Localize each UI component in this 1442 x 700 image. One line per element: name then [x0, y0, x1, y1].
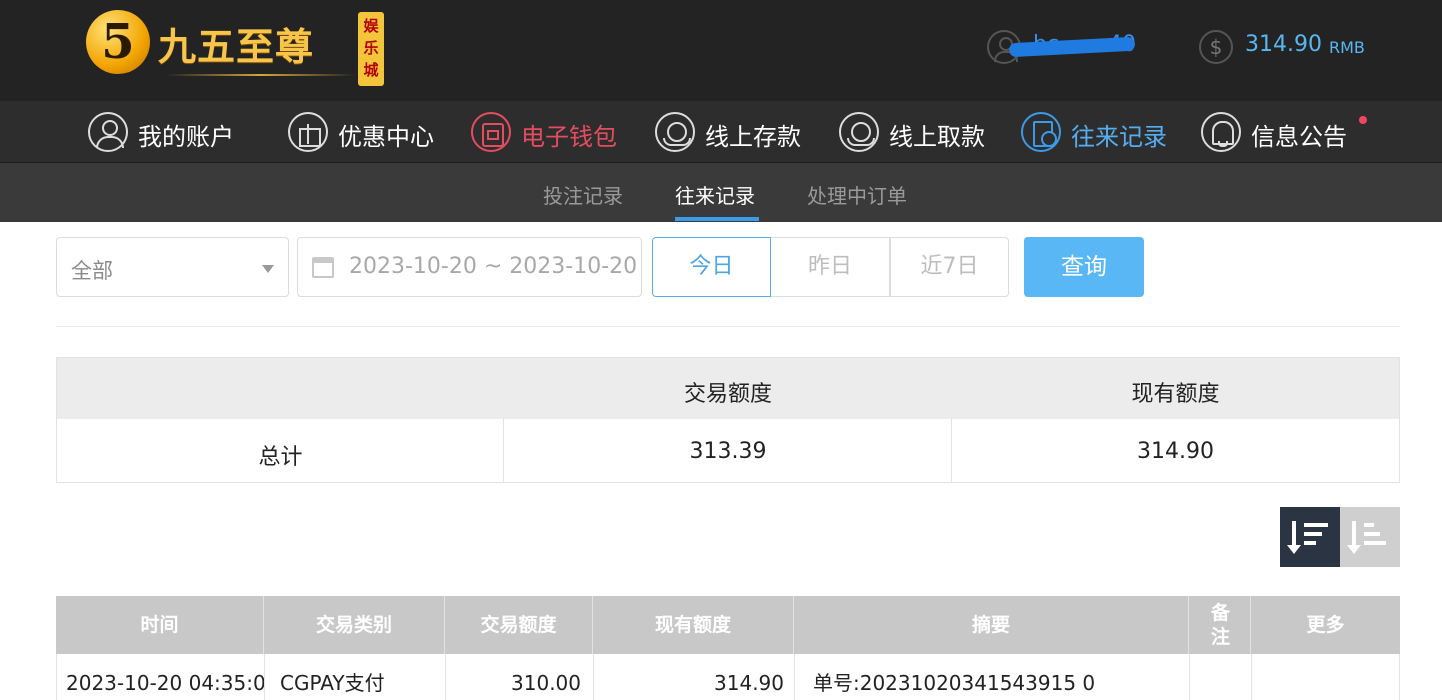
cell-type: CGPAY支付	[265, 654, 446, 700]
sub-tabs: 投注记录 往来记录 处理中订单	[0, 163, 1442, 222]
cell-balance: 314.90	[594, 654, 795, 700]
cell-more[interactable]	[1252, 654, 1400, 700]
summary-total-amount: 313.39	[689, 439, 767, 464]
cell-summary: 单号:20231020341543915 0	[795, 654, 1190, 700]
cell-time: 2023-10-20 04:35:04	[57, 654, 265, 700]
records-icon	[1021, 112, 1061, 152]
sort-ascending-button[interactable]	[1340, 507, 1400, 567]
user-icon	[88, 112, 128, 152]
calendar-icon	[312, 257, 334, 278]
tab-pending-orders[interactable]: 处理中订单	[807, 180, 907, 209]
query-button[interactable]: 查询	[1024, 237, 1144, 297]
logo-emblem: 5	[86, 10, 150, 74]
summary-table: 交易额度 现有额度 总计 313.39 314.90	[56, 357, 1400, 483]
quick-last7days-button[interactable]: 近7日	[890, 237, 1009, 297]
gift-icon	[288, 112, 328, 152]
table-row[interactable]: 2023-10-20 04:35:04 CGPAY支付 310.00 314.9…	[56, 654, 1400, 700]
balance-amount: 314.90	[1245, 32, 1322, 57]
transaction-type-select[interactable]: 全部	[56, 237, 289, 297]
col-balance[interactable]: 现有额度	[593, 596, 794, 654]
quick-yesterday-button[interactable]: 昨日	[771, 237, 890, 297]
sort-bar	[1364, 523, 1374, 527]
sort-asc-icon	[1347, 521, 1361, 554]
date-range-picker[interactable]: 2023-10-20 ~ 2023-10-20	[297, 237, 642, 297]
main-nav: 我的账户 优惠中心 电子钱包 线上存款 线上取款 往来记录 信息公告	[0, 101, 1442, 163]
records-table-header: 时间 交易类别 交易额度 现有额度 摘要 备注 更多	[56, 596, 1400, 654]
sort-desc-icon	[1287, 521, 1301, 554]
logo-text: 九五至尊	[158, 24, 315, 69]
site-logo[interactable]: 5 九五至尊 娱乐城	[86, 6, 386, 86]
logo-tag: 娱乐城	[358, 12, 384, 86]
sort-bar	[1304, 523, 1328, 527]
sort-bar	[1364, 532, 1380, 536]
divider	[56, 326, 1400, 327]
balance-currency: RMB	[1329, 38, 1365, 57]
tab-bet-records[interactable]: 投注记录	[543, 180, 623, 209]
quick-today-button[interactable]: 今日	[652, 237, 771, 297]
withdraw-icon	[839, 112, 879, 152]
summary-total-label: 总计	[258, 445, 303, 470]
summary-header-balance: 现有额度	[1131, 382, 1220, 407]
col-amount[interactable]: 交易额度	[445, 596, 593, 654]
top-header: 5 九五至尊 娱乐城 bc . . . 40 $ 314.90 RMB	[0, 0, 1442, 101]
notification-dot	[1359, 116, 1367, 124]
col-more[interactable]: 更多	[1251, 596, 1400, 654]
caret-down-icon	[262, 265, 274, 273]
col-time[interactable]: 时间	[56, 596, 264, 654]
select-value: 全部	[71, 259, 113, 283]
col-type[interactable]: 交易类别	[264, 596, 445, 654]
logo-ornament	[166, 74, 356, 76]
sort-bar	[1304, 541, 1316, 545]
summary-header-amount: 交易额度	[683, 382, 772, 407]
wallet-icon	[471, 112, 511, 152]
dollar-coin-icon: $	[1199, 30, 1233, 64]
bell-icon	[1201, 112, 1241, 152]
active-tab-indicator	[675, 217, 759, 221]
date-range-text: 2023-10-20 ~ 2023-10-20	[349, 254, 638, 279]
cell-note	[1190, 654, 1252, 700]
sort-descending-button[interactable]	[1280, 507, 1340, 567]
summary-total-balance: 314.90	[1137, 439, 1214, 464]
cell-amount: 310.00	[446, 654, 594, 700]
sort-bar	[1364, 541, 1386, 545]
col-summary[interactable]: 摘要	[794, 596, 1189, 654]
deposit-icon	[655, 112, 695, 152]
sort-bar	[1304, 532, 1322, 536]
tab-transaction-records[interactable]: 往来记录	[675, 180, 755, 209]
col-note[interactable]: 备注	[1189, 596, 1251, 654]
